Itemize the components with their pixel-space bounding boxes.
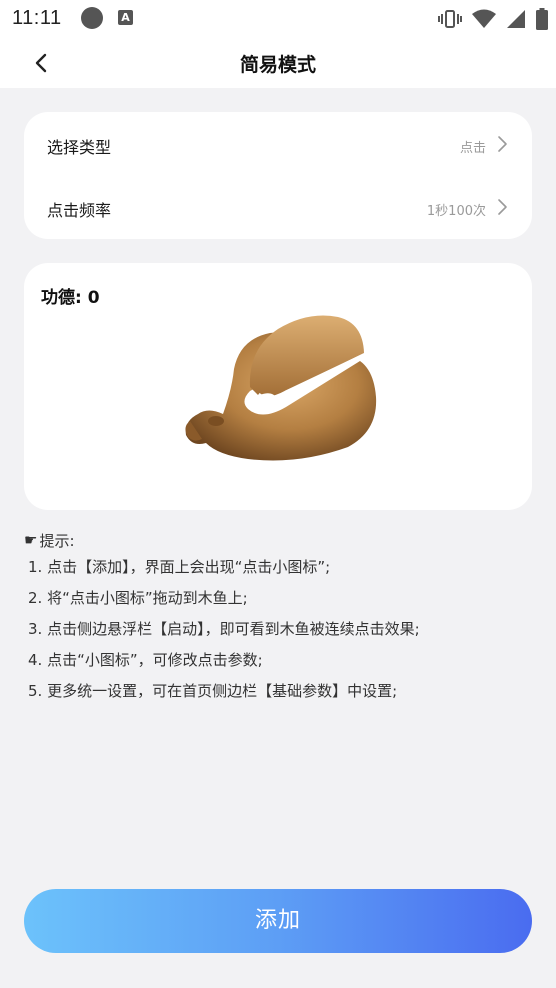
nav-bar: 简易模式 bbox=[0, 38, 556, 88]
status-icons bbox=[438, 8, 548, 30]
setting-row-frequency[interactable]: 点击频率 1秒100次 bbox=[24, 177, 532, 239]
pointing-hand-icon: ☛ bbox=[24, 531, 38, 549]
wooden-fish-card: 功德: 0 bbox=[24, 263, 532, 510]
tip-line: 2. 将“点击小图标”拖动到木鱼上; bbox=[28, 589, 248, 607]
setting-label: 点击频率 bbox=[47, 201, 112, 220]
signal-icon bbox=[507, 10, 525, 28]
tip-line: 3. 点击侧边悬浮栏【启动】，即可看到木鱼被连续点击效果; bbox=[28, 620, 420, 638]
tips-title-text: 提示: bbox=[39, 531, 75, 550]
setting-row-type[interactable]: 选择类型 点击 bbox=[24, 114, 532, 176]
tip-line: 4. 点击“小图标”，可修改点击参数; bbox=[28, 651, 263, 669]
chevron-right-icon bbox=[498, 199, 507, 215]
tip-line: 5. 更多统一设置，可在首页侧边栏【基础参数】中设置; bbox=[28, 682, 398, 700]
status-time: 11:11 bbox=[12, 7, 62, 29]
status-bar: 11:11 A bbox=[0, 0, 556, 38]
wifi-icon bbox=[472, 9, 496, 28]
tips-section: ☛ 提示: 1. 点击【添加】，界面上会出现“点击小图标”; 2. 将“点击小图… bbox=[24, 528, 544, 707]
setting-label: 选择类型 bbox=[47, 138, 112, 157]
a-notification-icon: A bbox=[118, 10, 133, 25]
wooden-fish-image[interactable] bbox=[178, 309, 383, 469]
tip-line: 1. 点击【添加】，界面上会出现“点击小图标”; bbox=[28, 558, 331, 576]
settings-card: 选择类型 点击 点击频率 1秒100次 bbox=[24, 112, 532, 239]
add-button[interactable]: 添加 bbox=[24, 889, 532, 953]
tips-title: ☛ 提示: bbox=[24, 528, 544, 552]
chevron-right-icon bbox=[498, 136, 507, 152]
record-dot-icon bbox=[81, 7, 103, 29]
battery-icon bbox=[536, 8, 548, 30]
setting-value: 1秒100次 bbox=[426, 204, 486, 219]
setting-value: 点击 bbox=[459, 141, 486, 156]
page-title: 简易模式 bbox=[239, 54, 316, 76]
vibrate-icon bbox=[438, 10, 462, 28]
merit-counter: 功德: 0 bbox=[41, 288, 100, 308]
